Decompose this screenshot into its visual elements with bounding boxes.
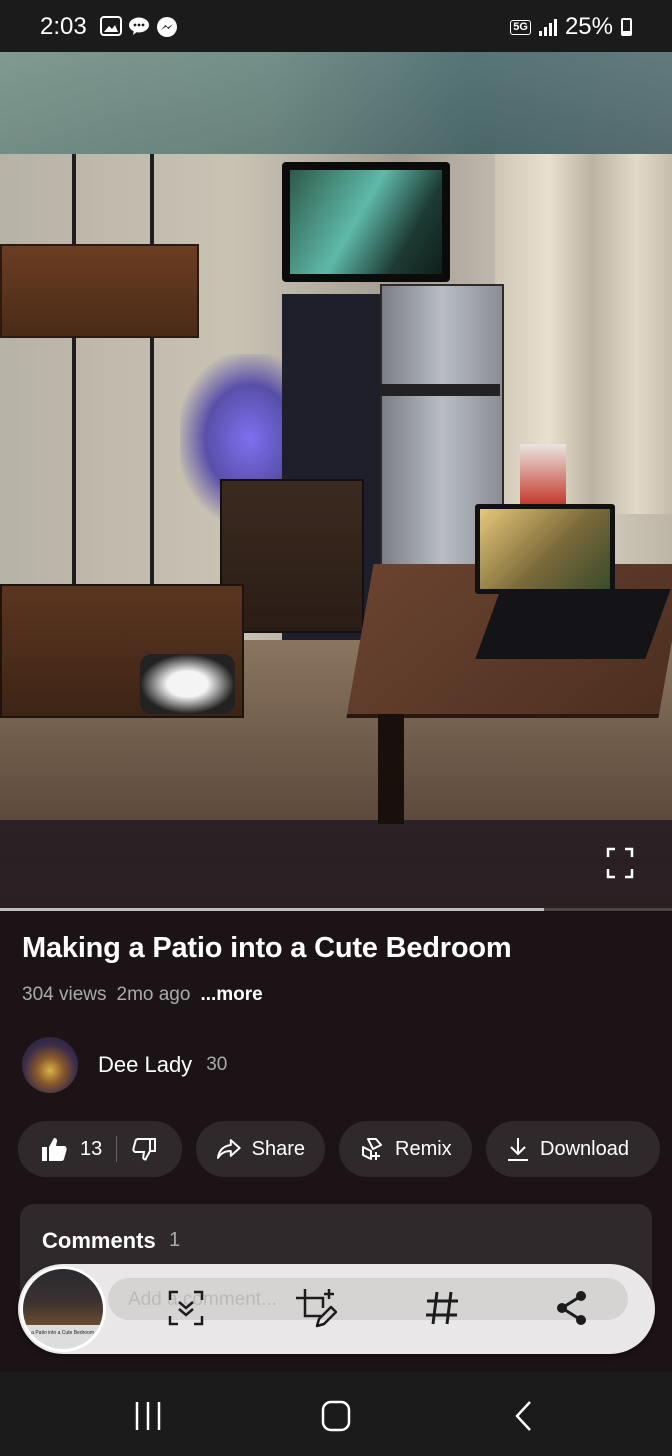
download-icon xyxy=(508,1138,528,1161)
rack-pole xyxy=(150,154,154,584)
upload-age: 2mo ago xyxy=(116,984,191,1005)
share-icon[interactable] xyxy=(550,1286,594,1330)
hashtag-icon[interactable] xyxy=(420,1286,464,1330)
shoes xyxy=(140,654,235,714)
crop-edit-icon[interactable] xyxy=(293,1286,337,1330)
video-progress-fill xyxy=(0,908,545,911)
action-bar: 13 Share Remix Download xyxy=(18,1121,660,1177)
network-badge: 5G xyxy=(510,19,531,35)
status-time: 2:03 xyxy=(40,13,87,40)
comments-count: 1 xyxy=(169,1229,181,1251)
chat-bubble-icon xyxy=(129,17,149,35)
subscriber-count: 30 xyxy=(206,1054,228,1075)
download-button[interactable]: Download xyxy=(486,1121,660,1177)
video-title: Making a Patio into a Cute Bedroom xyxy=(22,932,512,964)
view-count: 304 views xyxy=(22,984,107,1005)
video-player[interactable] xyxy=(0,52,672,908)
navigation-bar xyxy=(0,1372,672,1456)
remix-icon xyxy=(362,1138,382,1160)
channel-name[interactable]: Dee Lady xyxy=(98,1052,192,1078)
television xyxy=(282,162,450,282)
remix-button[interactable]: Remix xyxy=(339,1121,472,1177)
channel-row[interactable]: Dee Lady 30 xyxy=(22,1034,227,1096)
fullscreen-icon[interactable] xyxy=(606,847,634,879)
fridge-divider xyxy=(380,384,500,396)
thumbs-down-icon[interactable] xyxy=(131,1137,157,1161)
like-dislike-button: 13 xyxy=(18,1121,182,1177)
share-button[interactable]: Share xyxy=(196,1121,325,1177)
remix-label: Remix xyxy=(395,1137,452,1160)
laptop-keyboard xyxy=(475,589,671,659)
status-right: 5G 25% xyxy=(510,13,632,41)
laptop xyxy=(475,504,615,594)
status-bar: 2:03 5G 25% xyxy=(0,0,672,52)
boxes xyxy=(520,444,566,504)
like-divider xyxy=(116,1136,118,1162)
video-backdrop xyxy=(0,52,672,154)
gallery-icon xyxy=(100,16,122,36)
video-stats: 304 views 2mo ago ...more xyxy=(22,984,263,1006)
video-frame xyxy=(0,154,672,824)
share-label: Share xyxy=(251,1137,305,1160)
storage-bin xyxy=(0,244,199,338)
messenger-icon xyxy=(157,17,177,37)
download-label: Download xyxy=(540,1137,629,1160)
comments-title: Comments xyxy=(42,1228,156,1253)
share-arrow-icon xyxy=(216,1139,241,1159)
table-leg xyxy=(378,714,404,824)
avatar[interactable] xyxy=(22,1037,78,1093)
notification-icons xyxy=(100,16,178,38)
home-icon[interactable] xyxy=(316,1398,356,1434)
back-icon[interactable] xyxy=(504,1398,544,1434)
battery-icon xyxy=(621,18,632,36)
battery-percent: 25% xyxy=(564,13,613,40)
like-count[interactable]: 13 xyxy=(80,1138,102,1161)
video-thumbnail[interactable]: g a Patio into a Cute Bedroom xyxy=(20,1266,106,1352)
recent-apps-icon[interactable] xyxy=(128,1398,168,1434)
video-progress-bar[interactable] xyxy=(0,908,672,911)
thumbnail-caption: g a Patio into a Cute Bedroom xyxy=(27,1330,94,1336)
floating-toolbar: Add a comment... g a Patio into a Cute B… xyxy=(18,1264,655,1354)
scan-icon[interactable] xyxy=(164,1286,208,1330)
signal-icon xyxy=(538,18,557,36)
more-link[interactable]: ...more xyxy=(200,984,262,1006)
thumbs-up-icon[interactable] xyxy=(40,1136,68,1162)
